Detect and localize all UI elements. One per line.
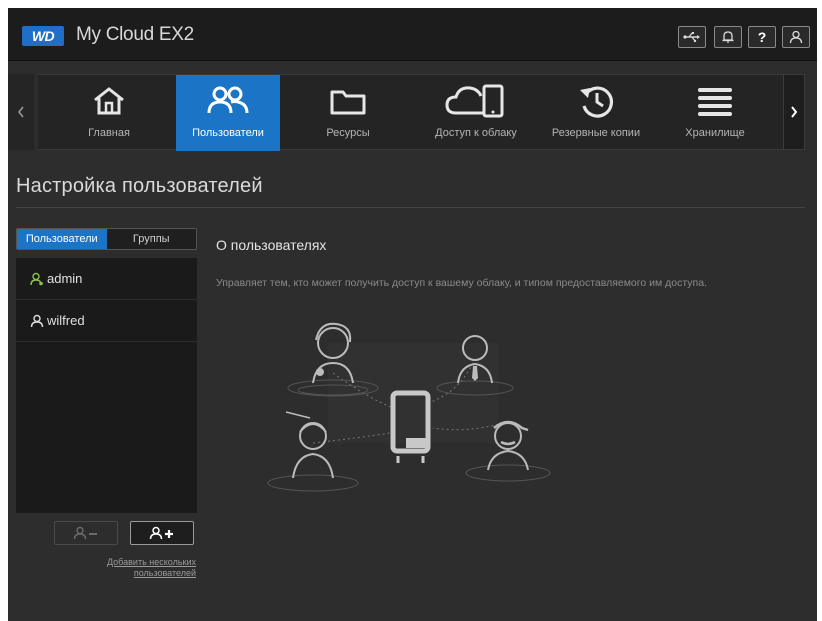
add-user-button[interactable] xyxy=(130,521,194,545)
user-icon xyxy=(30,314,44,327)
nav-next-button[interactable] xyxy=(783,74,805,150)
nav-label: Резервные копии xyxy=(551,127,641,139)
header-bar: WD My Cloud EX2 ? xyxy=(8,8,817,61)
nav-label: Хранилище xyxy=(685,127,745,139)
add-user-icon xyxy=(149,526,173,540)
nav-item-backups[interactable]: Резервные копии xyxy=(544,75,648,151)
admin-user-icon xyxy=(30,272,43,285)
nav-items: Главная Пользователи Ресурсы Доступ к об… xyxy=(38,74,783,151)
nav-label: Пользователи xyxy=(192,127,264,139)
backup-icon xyxy=(580,86,614,118)
nav-prev-button[interactable] xyxy=(8,74,34,150)
account-button[interactable] xyxy=(782,26,810,48)
list-item[interactable]: admin xyxy=(16,258,197,300)
nav-item-users[interactable]: Пользователи xyxy=(176,75,280,151)
remove-user-button[interactable] xyxy=(54,521,118,545)
wd-logo: WD xyxy=(22,26,64,46)
usb-button[interactable] xyxy=(678,26,706,48)
help-icon: ? xyxy=(757,29,767,45)
remove-user-icon xyxy=(73,526,97,540)
nav-label: Главная xyxy=(88,127,130,139)
users-icon xyxy=(207,86,249,114)
nav-item-storage[interactable]: Хранилище xyxy=(663,75,767,151)
tab-groups[interactable]: Группы xyxy=(106,229,196,249)
user-group-tabs: Пользователи Группы xyxy=(16,228,197,250)
nav-item-cloud-access[interactable]: Доступ к облаку xyxy=(424,75,528,151)
divider xyxy=(16,207,805,208)
nav-label: Ресурсы xyxy=(326,127,370,139)
content-title: О пользователях xyxy=(216,237,327,253)
users-illustration xyxy=(267,322,551,492)
list-item[interactable]: wilfred xyxy=(16,300,197,342)
main-nav: Главная Пользователи Ресурсы Доступ к об… xyxy=(8,74,817,151)
app-title: My Cloud EX2 xyxy=(76,24,194,45)
app-window: WD My Cloud EX2 ? Главная Пользователи Р… xyxy=(8,8,817,621)
user-name: admin xyxy=(47,271,83,286)
nav-item-home[interactable]: Главная xyxy=(57,75,161,151)
user-icon xyxy=(789,30,803,44)
home-icon xyxy=(94,87,124,115)
help-button[interactable]: ? xyxy=(748,26,776,48)
chevron-left-icon xyxy=(17,106,24,118)
alerts-button[interactable] xyxy=(714,26,742,48)
tab-users[interactable]: Пользователи xyxy=(17,229,107,249)
usb-icon xyxy=(683,32,700,43)
nav-label: Доступ к облаку xyxy=(435,127,517,139)
bell-icon xyxy=(722,31,734,43)
add-multiple-users-link[interactable]: Добавить нескольких пользователей xyxy=(68,557,196,579)
folder-icon xyxy=(330,90,366,115)
user-list: admin wilfred xyxy=(16,258,197,513)
storage-icon xyxy=(698,88,732,116)
content-description: Управляет тем, кто может получить доступ… xyxy=(216,277,707,289)
chevron-right-icon xyxy=(791,106,798,118)
page-title: Настройка пользователей xyxy=(16,175,263,197)
nav-item-shares[interactable]: Ресурсы xyxy=(296,75,400,151)
user-name: wilfred xyxy=(47,313,85,328)
cloud-device-icon xyxy=(445,84,504,118)
